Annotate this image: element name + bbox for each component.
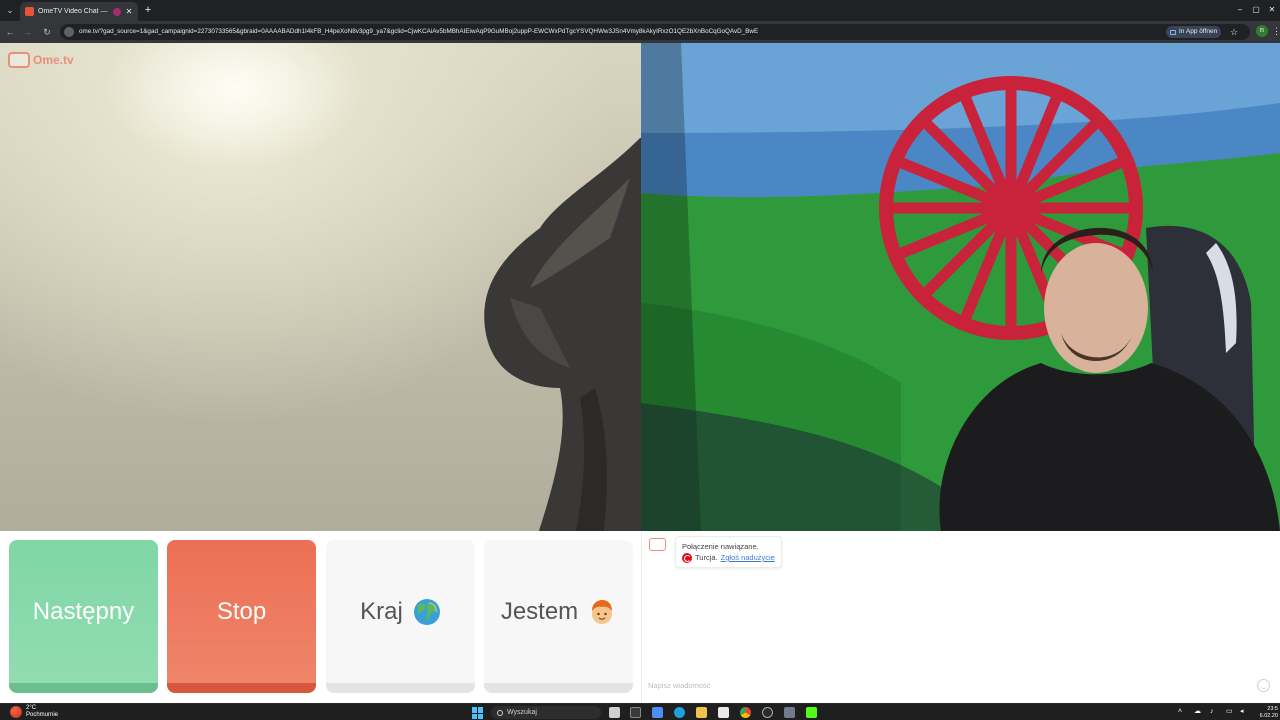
logo-text: Ome.tv: [33, 53, 74, 67]
app-window-icon: [1170, 29, 1176, 35]
weather-widget[interactable]: 2°C Pochmurnie: [10, 705, 58, 718]
address-bar[interactable]: ome.tv/?gad_source=1&gad_campaignid=2273…: [60, 24, 1250, 40]
control-panel: Następny Stop Kraj Jestem: [0, 531, 641, 703]
tab-title: OmeTV Video Chat — Ome: [38, 8, 109, 15]
maximize-button[interactable]: ▢: [1250, 3, 1262, 17]
kick-icon[interactable]: [806, 707, 817, 718]
ometv-favicon-icon: [25, 7, 34, 16]
globe-icon: [413, 598, 440, 625]
browser-toolbar: ← → ↻ ome.tv/?gad_source=1&gad_campaigni…: [0, 21, 1280, 43]
system-tv-icon: [649, 538, 666, 551]
tv-logo-icon: [8, 52, 30, 68]
emoji-picker-icon[interactable]: [1257, 679, 1270, 692]
profile-avatar[interactable]: n: [1256, 25, 1268, 37]
open-in-app-button[interactable]: In App öffnen: [1166, 26, 1222, 38]
turkey-flag-icon: [682, 552, 692, 563]
network-icon[interactable]: ▭: [1226, 707, 1233, 717]
chat-panel: Połączenie nawiązane. Turcja. Zgłoś nadu…: [641, 531, 1280, 703]
copilot-icon[interactable]: [652, 707, 663, 718]
next-button[interactable]: Następny: [9, 540, 158, 693]
open-in-app-label: In App öffnen: [1179, 28, 1218, 35]
tray-overflow-icon[interactable]: ˄: [1178, 707, 1182, 717]
gender-button-label: Jestem: [500, 597, 579, 625]
taskbar-search[interactable]: Wyszukaj: [491, 706, 601, 719]
onedrive-icon[interactable]: ☁: [1194, 707, 1201, 717]
next-button-label: Następny: [32, 597, 135, 625]
connection-status: Połączenie nawiązane.: [682, 542, 759, 551]
clock-date: 6.02.20: [1259, 712, 1278, 719]
report-abuse-link[interactable]: Zgłoś nadużycie: [721, 552, 775, 563]
widgets-icon[interactable]: [630, 707, 641, 718]
remote-video: [641, 43, 1280, 531]
country-button[interactable]: Kraj: [326, 540, 475, 693]
gender-button[interactable]: Jestem: [484, 540, 633, 693]
settings-gear-icon[interactable]: [762, 707, 773, 718]
search-icon: [497, 709, 503, 716]
store-icon[interactable]: [718, 707, 729, 718]
boy-emoji-icon: [592, 599, 613, 624]
steam-icon[interactable]: [784, 707, 795, 718]
chrome-icon[interactable]: [740, 707, 751, 718]
system-message: Połączenie nawiązane. Turcja. Zgłoś nadu…: [675, 536, 782, 568]
site-info-icon[interactable]: [64, 27, 74, 37]
volume-icon[interactable]: ◂: [1240, 707, 1244, 717]
ometv-logo[interactable]: Ome.tv: [8, 52, 74, 68]
recording-indicator-icon: [113, 7, 121, 16]
weather-icon: [10, 705, 22, 718]
stop-button[interactable]: Stop: [167, 540, 316, 693]
forward-arrow-icon[interactable]: →: [20, 25, 34, 39]
remote-video-frame: [641, 43, 1280, 531]
edge-icon[interactable]: [674, 707, 685, 718]
browser-tabstrip: ⌄ OmeTV Video Chat — Ome ✕ + – ▢ ✕: [0, 0, 1280, 21]
clock-time: 23:5: [1267, 706, 1278, 712]
weather-desc: Pochmurnie: [26, 711, 59, 718]
new-tab-button[interactable]: +: [142, 3, 154, 17]
local-video: Ome.tv: [0, 43, 641, 531]
reload-icon[interactable]: ↻: [40, 25, 54, 39]
weather-temp: 2°C: [26, 705, 37, 711]
message-input[interactable]: Napisz wiadomość: [648, 679, 1258, 693]
tab-search-icon[interactable]: ⌄: [3, 3, 17, 17]
bookmark-star-icon[interactable]: ☆: [1230, 26, 1238, 38]
browser-tab[interactable]: OmeTV Video Chat — Ome ✕: [20, 2, 138, 21]
task-view-icon[interactable]: [609, 707, 620, 718]
taskbar-clock[interactable]: 23:5 6.02.20: [1254, 706, 1278, 719]
tab-close-icon[interactable]: ✕: [125, 7, 133, 16]
windows-taskbar: 2°C Pochmurnie Wyszukaj ˄ ☁ ♪ ▭ ◂ 23:5 6…: [0, 703, 1280, 720]
browser-menu-icon[interactable]: ⋮: [1272, 24, 1280, 38]
country-line: Turcja. Zgłoś nadużycie: [682, 552, 775, 563]
close-window-button[interactable]: ✕: [1266, 3, 1278, 17]
url-text[interactable]: ome.tv/?gad_source=1&gad_campaignid=2273…: [79, 27, 1159, 37]
minimize-button[interactable]: –: [1234, 3, 1246, 17]
search-label: Wyszukaj: [507, 709, 537, 716]
windows-start-icon[interactable]: [472, 707, 484, 719]
person-jacket-image: [484, 138, 641, 531]
file-explorer-icon[interactable]: [696, 707, 707, 718]
country-name: Turcja.: [695, 553, 718, 562]
microphone-icon[interactable]: ♪: [1210, 707, 1214, 717]
country-button-label: Kraj: [360, 597, 403, 625]
back-arrow-icon[interactable]: ←: [3, 25, 17, 39]
stop-button-label: Stop: [216, 597, 267, 625]
